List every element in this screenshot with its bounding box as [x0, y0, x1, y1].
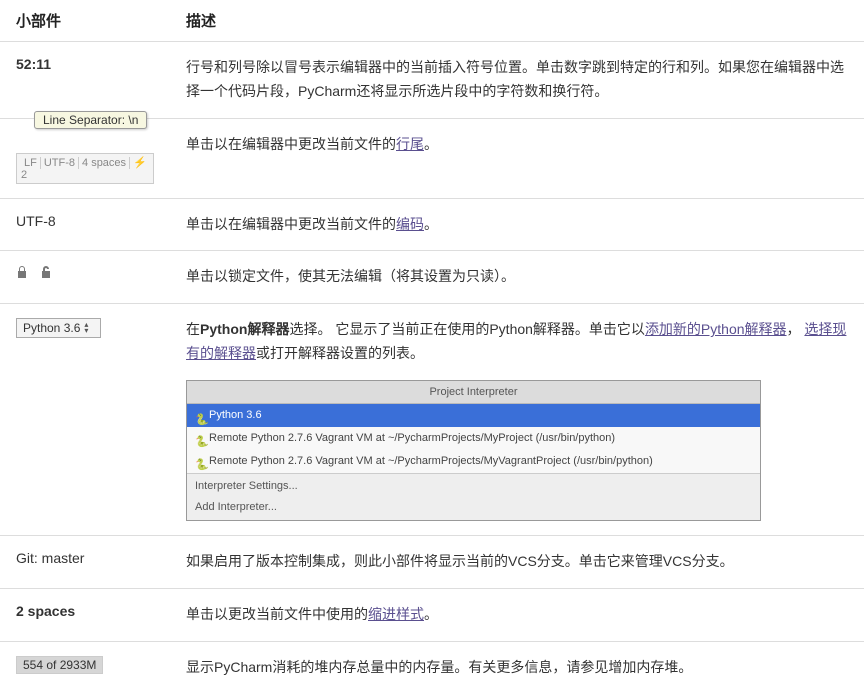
- popup-add[interactable]: Add Interpreter...: [187, 498, 760, 520]
- interpreter-popup: Project Interpreter 🐍Python 3.6 🐍Remote …: [186, 380, 761, 521]
- row-interpreter: Python 3.6 ▴▾ 在Python解释器选择。 它显示了当前正在使用的P…: [0, 304, 864, 536]
- popup-title: Project Interpreter: [187, 381, 760, 405]
- widgets-table: 小部件 描述 52:11 行号和列号除以冒号表示编辑器中的当前插入符号位置。单击…: [0, 0, 864, 693]
- widget-indent[interactable]: 2 spaces: [0, 588, 170, 641]
- desc-line-separator: 单击以在编辑器中更改当前文件的行尾。: [170, 118, 864, 198]
- desc-memory: 显示PyCharm消耗的堆内存总量中的内存量。有关更多信息，请参见增加内存堆。: [170, 641, 864, 693]
- spinner-icon: ▴▾: [84, 322, 94, 334]
- link-indent[interactable]: 缩进样式: [368, 606, 424, 622]
- row-lock: 单击以锁定文件，使其无法编辑（将其设置为只读）。: [0, 251, 864, 304]
- link-encoding[interactable]: 编码: [396, 216, 424, 232]
- desc-lock: 单击以锁定文件，使其无法编辑（将其设置为只读）。: [170, 251, 864, 304]
- python-icon: 🐍: [195, 456, 205, 466]
- widget-encoding[interactable]: UTF-8: [0, 198, 170, 251]
- widget-line-separator[interactable]: Line Separator: \n LFUTF-84 spaces⚡ 2: [0, 118, 170, 198]
- memory-indicator[interactable]: 554 of 2933M: [16, 656, 103, 674]
- statusbar-fragment: LFUTF-84 spaces⚡ 2: [16, 153, 154, 184]
- popup-item[interactable]: 🐍Remote Python 2.7.6 Vagrant VM at ~/Pyc…: [187, 450, 760, 473]
- row-position: 52:11 行号和列号除以冒号表示编辑器中的当前插入符号位置。单击数字跳到特定的…: [0, 42, 864, 119]
- row-indent: 2 spaces 单击以更改当前文件中使用的缩进样式。: [0, 588, 864, 641]
- lock-open-icon: [40, 266, 52, 282]
- python-icon: 🐍: [195, 411, 205, 421]
- tooltip-line-separator: Line Separator: \n: [34, 111, 147, 129]
- lock-closed-icon: [16, 266, 32, 282]
- link-line-ending[interactable]: 行尾: [396, 136, 424, 152]
- desc-git: 如果启用了版本控制集成，则此小部件将显示当前的VCS分支。单击它来管理VCS分支…: [170, 535, 864, 588]
- popup-selected[interactable]: 🐍Python 3.6: [187, 404, 760, 427]
- desc-indent: 单击以更改当前文件中使用的缩进样式。: [170, 588, 864, 641]
- interpreter-dropdown[interactable]: Python 3.6 ▴▾: [16, 318, 101, 338]
- popup-settings[interactable]: Interpreter Settings...: [187, 473, 760, 499]
- widget-interpreter[interactable]: Python 3.6 ▴▾: [0, 304, 170, 536]
- col-desc: 描述: [170, 0, 864, 42]
- row-git: Git: master 如果启用了版本控制集成，则此小部件将显示当前的VCS分支…: [0, 535, 864, 588]
- desc-encoding: 单击以在编辑器中更改当前文件的编码。: [170, 198, 864, 251]
- widget-git[interactable]: Git: master: [0, 535, 170, 588]
- desc-interpreter: 在Python解释器选择。 它显示了当前正在使用的Python解释器。单击它以添…: [170, 304, 864, 536]
- widget-lock[interactable]: [0, 251, 170, 304]
- python-icon: 🐍: [195, 433, 205, 443]
- row-memory: 554 of 2933M 显示PyCharm消耗的堆内存总量中的内存量。有关更多…: [0, 641, 864, 693]
- widget-memory[interactable]: 554 of 2933M: [0, 641, 170, 693]
- col-widget: 小部件: [0, 0, 170, 42]
- desc-position: 行号和列号除以冒号表示编辑器中的当前插入符号位置。单击数字跳到特定的行和列。如果…: [170, 42, 864, 119]
- link-add-interpreter[interactable]: 添加新的Python解释器: [645, 321, 787, 337]
- row-encoding: UTF-8 单击以在编辑器中更改当前文件的编码。: [0, 198, 864, 251]
- row-line-separator: Line Separator: \n LFUTF-84 spaces⚡ 2 单击…: [0, 118, 864, 198]
- widget-position[interactable]: 52:11: [0, 42, 170, 119]
- popup-item[interactable]: 🐍Remote Python 2.7.6 Vagrant VM at ~/Pyc…: [187, 427, 760, 450]
